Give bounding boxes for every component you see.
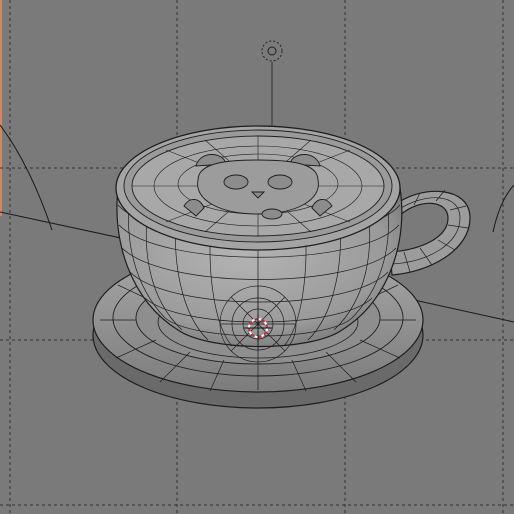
3d-viewport[interactable] [0, 0, 514, 514]
viewport-canvas[interactable] [0, 0, 514, 514]
region-edge-highlight [0, 0, 2, 216]
latte-tail [261, 208, 283, 220]
